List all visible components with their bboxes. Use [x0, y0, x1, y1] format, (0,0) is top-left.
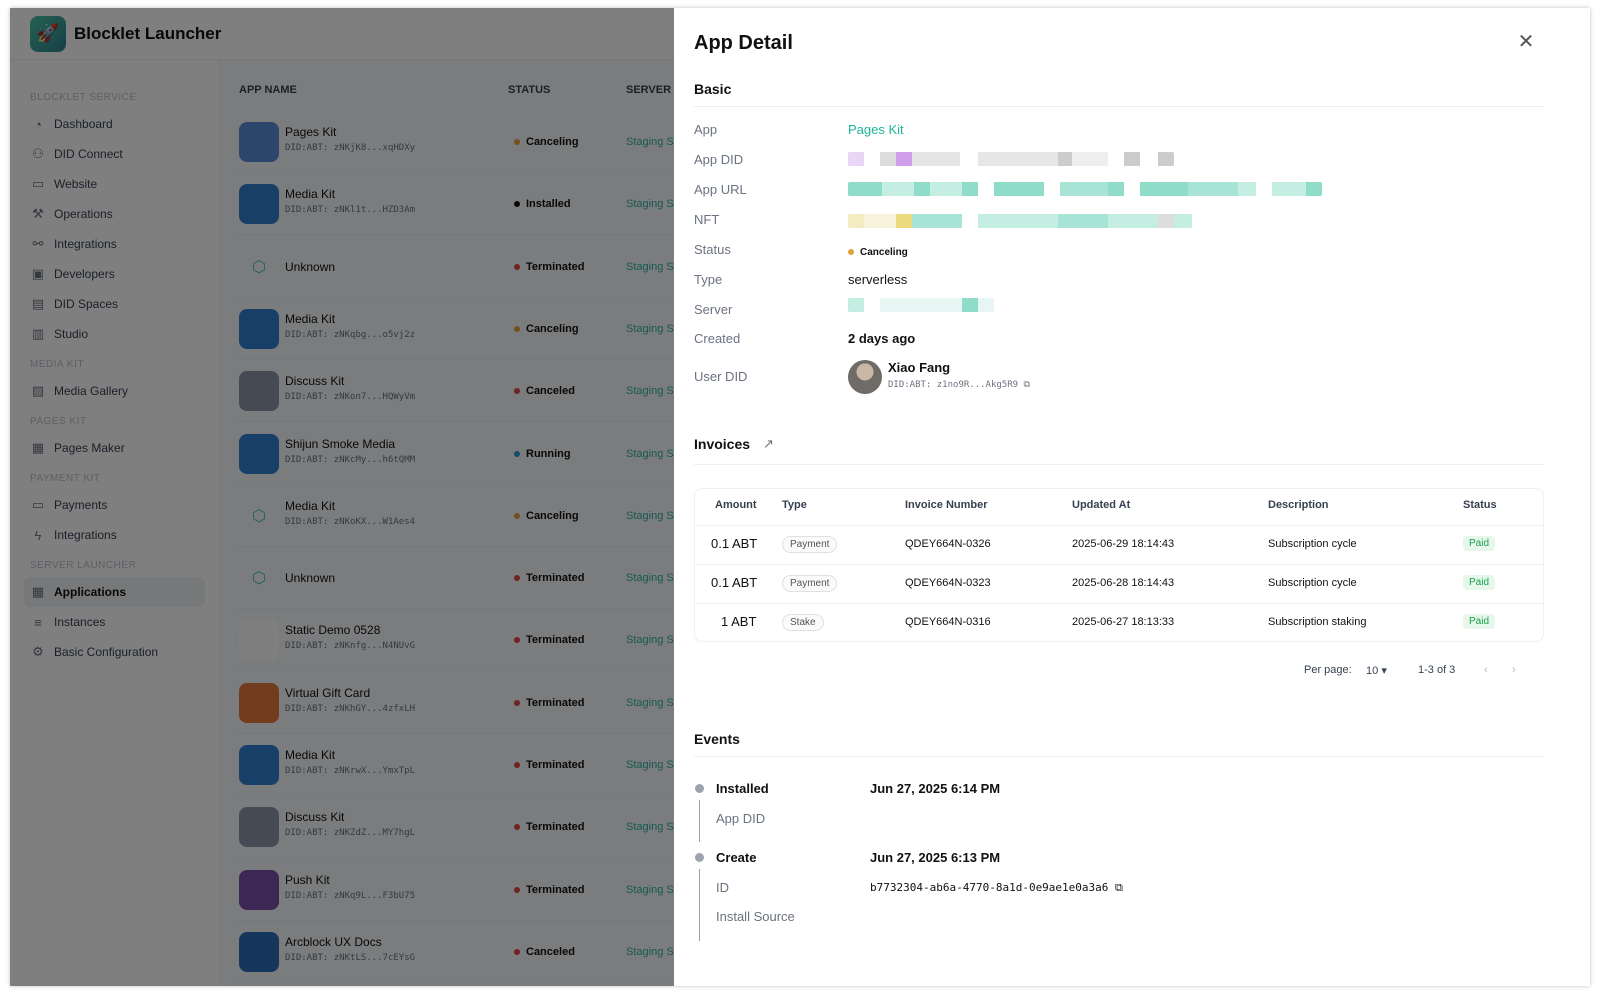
prev-page-icon[interactable]: ‹ [1484, 664, 1488, 676]
th-invoice-number: Invoice Number [905, 499, 988, 511]
nft-redacted [848, 214, 1192, 228]
caret-down-icon: ▾ [1381, 665, 1387, 677]
copy-icon[interactable]: ⧉ [1023, 380, 1029, 390]
page-range: 1-3 of 3 [1418, 664, 1456, 676]
timeline-line [699, 800, 700, 842]
close-icon[interactable]: ✕ [1516, 32, 1536, 52]
timeline-dot [695, 784, 704, 793]
status-badge: Canceling [848, 247, 908, 258]
events-section-title: Events [694, 731, 740, 747]
invoice-number: QDEY664N-0316 [905, 616, 991, 628]
per-page-select[interactable]: 10 ▾ [1366, 664, 1387, 677]
th-amount: Amount [715, 499, 757, 511]
event-detail-label: App DID [716, 811, 766, 826]
th-description: Description [1268, 499, 1329, 511]
invoice-number: QDEY664N-0326 [905, 538, 991, 550]
invoice-status-badge: Paid [1463, 575, 1496, 590]
invoice-description: Subscription staking [1268, 616, 1367, 628]
server-redacted [848, 298, 994, 312]
label-app-url: App URL [694, 182, 747, 197]
label-status: Status [694, 242, 731, 257]
timeline-line [699, 869, 700, 941]
th-type: Type [782, 499, 807, 511]
user-name: Xiao Fang [888, 360, 951, 375]
invoice-row[interactable]: 0.1 ABT Payment QDEY664N-0323 2025-06-28 18… [695, 564, 1543, 603]
event-id-text: b7732304-ab6a-4770-8a1d-0e9ae1e0a3a6 [870, 881, 1109, 894]
user-did-text: DID:ABT: z1no9R...Akg5R9 [888, 380, 1019, 390]
invoice-updated-at: 2025-06-27 18:13:33 [1072, 616, 1175, 628]
invoices-table: Amount Type Invoice Number Updated At De… [694, 488, 1544, 642]
app-did-redacted [848, 152, 1174, 166]
avatar [848, 360, 882, 394]
label-created: Created [694, 331, 741, 346]
invoice-amount: 1 ABT [721, 614, 757, 629]
per-page-value: 10 [1366, 665, 1379, 677]
type-value: serverless [848, 272, 908, 287]
event-time: Jun 27, 2025 6:14 PM [870, 781, 1001, 796]
event-name: Installed [716, 781, 769, 796]
status-badge-wrap: Canceling [848, 243, 908, 258]
invoice-description: Subscription cycle [1268, 538, 1357, 550]
invoice-type-chip: Stake [782, 614, 824, 631]
app-url-redacted [848, 182, 1322, 196]
invoice-amount: 0.1 ABT [711, 575, 758, 590]
th-status: Status [1463, 499, 1497, 511]
basic-section-title: Basic [694, 81, 732, 97]
invoice-row[interactable]: 0.1 ABT Payment QDEY664N-0326 2025-06-29 18… [695, 525, 1543, 564]
invoice-status-badge: Paid [1463, 614, 1496, 629]
event-time: Jun 27, 2025 6:13 PM [870, 850, 1001, 865]
invoice-type-chip: Payment [782, 536, 838, 553]
drawer-title: App Detail [694, 32, 793, 54]
label-app-did: App DID [694, 152, 744, 167]
label-app: App [694, 122, 718, 137]
label-type: Type [694, 272, 723, 287]
app-link[interactable]: Pages Kit [848, 122, 904, 137]
divider [694, 106, 1544, 107]
divider [694, 756, 1544, 757]
invoices-section-title: Invoices [694, 436, 751, 452]
app-detail-drawer: App Detail ✕ Basic App Pages Kit App DID… [674, 8, 1590, 986]
label-user-did: User DID [694, 369, 748, 384]
event-id-label: ID [716, 880, 729, 895]
window: 🚀 Blocklet Launcher BLOCKLET SERVICE◔Das… [10, 8, 1590, 986]
next-page-icon[interactable]: › [1512, 664, 1516, 676]
invoice-number: QDEY664N-0323 [905, 577, 991, 589]
user-did: DID:ABT: z1no9R...Akg5R9 ⧉ [888, 380, 1030, 390]
invoice-row[interactable]: 1 ABT Stake QDEY664N-0316 2025-06-27 18:13:… [695, 603, 1543, 642]
th-updated-at: Updated At [1072, 499, 1131, 511]
modal-backdrop[interactable] [10, 8, 674, 986]
external-link-icon[interactable]: ↗ [763, 436, 774, 452]
created-value: 2 days ago [848, 331, 916, 346]
per-page-label: Per page: [1304, 664, 1352, 676]
copy-icon[interactable]: ⧉ [1115, 881, 1123, 894]
label-server: Server [694, 302, 733, 317]
invoice-amount: 0.1 ABT [711, 536, 758, 551]
timeline-dot [695, 853, 704, 862]
invoice-description: Subscription cycle [1268, 577, 1357, 589]
event-name: Create [716, 850, 757, 865]
invoice-updated-at: 2025-06-29 18:14:43 [1072, 538, 1175, 550]
invoice-updated-at: 2025-06-28 18:14:43 [1072, 577, 1175, 589]
event-id-value: b7732304-ab6a-4770-8a1d-0e9ae1e0a3a6 ⧉ [870, 881, 1123, 895]
install-source-label: Install Source [716, 909, 795, 924]
invoice-type-chip: Payment [782, 575, 838, 592]
label-nft: NFT [694, 212, 720, 227]
invoice-status-badge: Paid [1463, 536, 1496, 551]
divider [694, 464, 1544, 465]
